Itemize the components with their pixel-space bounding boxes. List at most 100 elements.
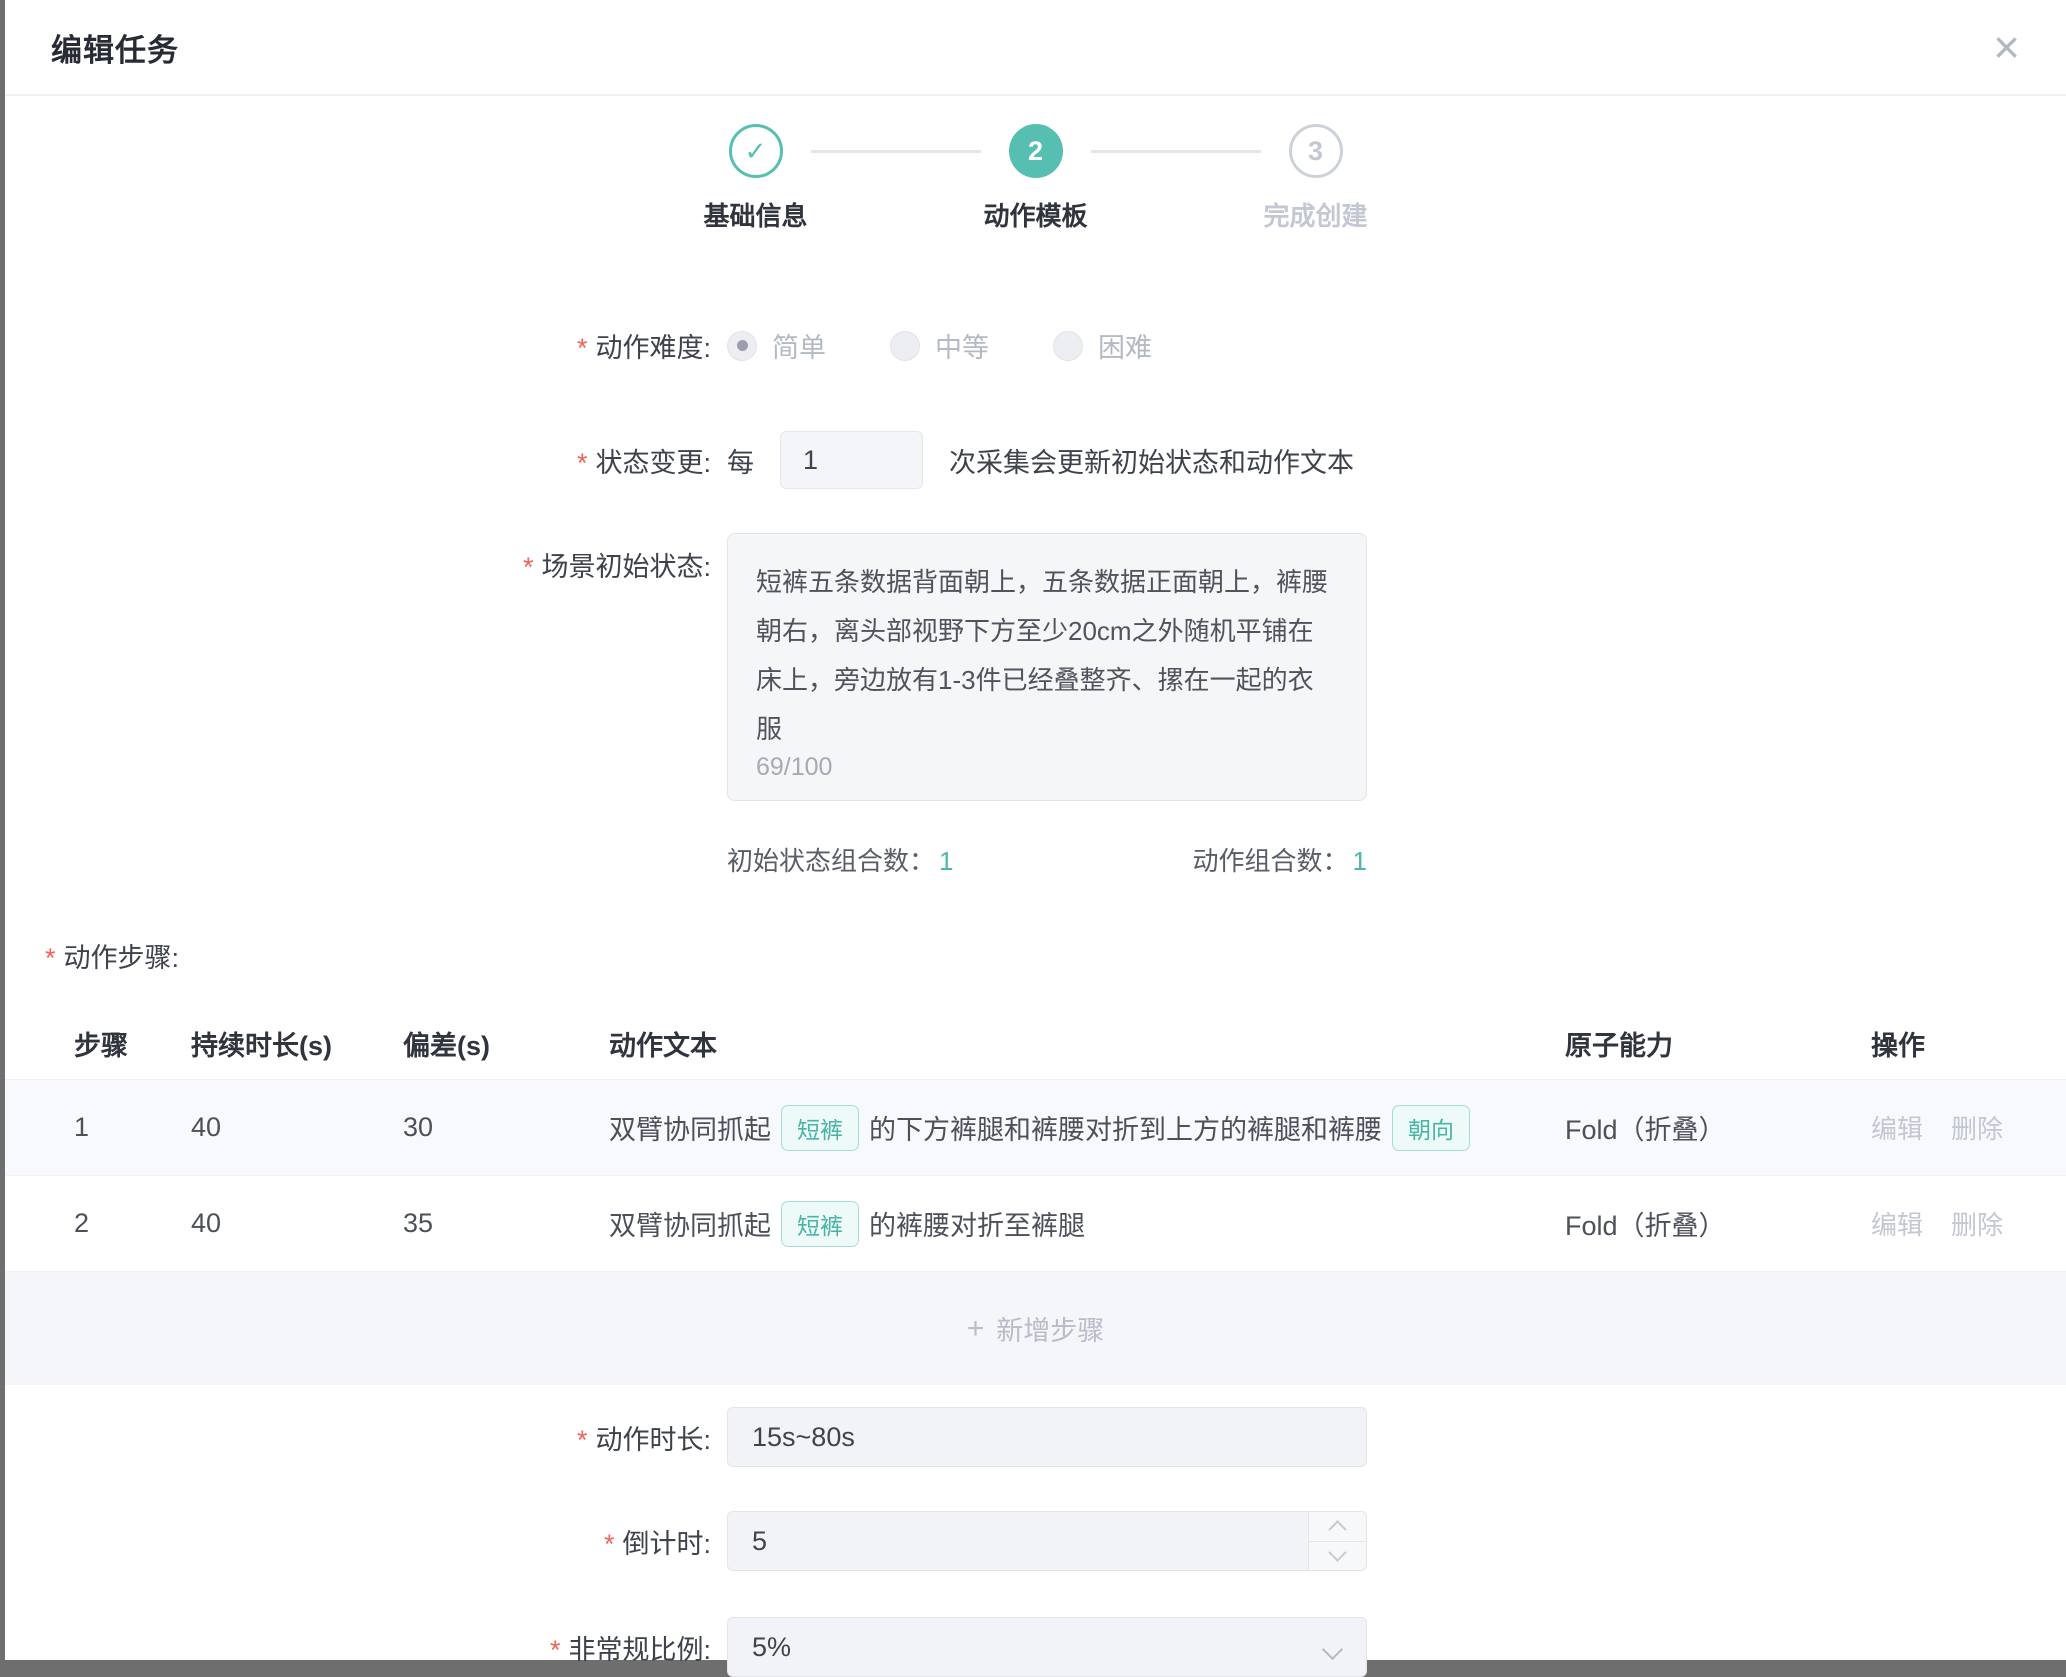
step-label: 动作模板 [983,196,1087,233]
countdown-row: *倒计时: 5 [5,1511,2066,1571]
radio-label: 简单 [772,326,826,365]
chevron-up-icon [1328,1520,1346,1538]
cell-action-text: 双臂协同抓起 短裤 的下方裤腿和裤腰对折到上方的裤腿和裤腰 朝向 [609,1105,1565,1151]
number-stepper [1308,1512,1366,1570]
required-marker: * [577,1425,588,1455]
cell-operations: 编辑 删除 [1871,1109,2066,1146]
required-marker: * [45,943,56,973]
state-change-suffix: 次采集会更新初始状态和动作文本 [949,441,1354,480]
plus-icon: + [967,1312,985,1346]
table-row: 1 40 30 双臂协同抓起 短裤 的下方裤腿和裤腰对折到上方的裤腿和裤腰 朝向… [5,1080,2066,1176]
required-marker: * [550,1635,561,1665]
cell-action-text: 双臂协同抓起 短裤 的裤腰对折至裤腿 [609,1201,1565,1247]
stepper-connector [811,150,981,153]
unusual-ratio-select[interactable]: 5% [727,1617,1367,1677]
cell-atomic-ability: Fold（折叠） [1565,1204,1871,1243]
add-step-label: 新增步骤 [996,1309,1104,1348]
step-label: 基础信息 [703,196,807,233]
edit-task-dialog: 编辑任务 × ✓ 基础信息 2 动作模板 3 完成创建 *动作难度: 简单 中等 [5,0,2066,1660]
orientation-tag: 朝向 [1392,1105,1470,1151]
difficulty-row: *动作难度: 简单 中等 困难 [5,326,2066,365]
radio-label: 中等 [935,326,989,365]
cell-atomic-ability: Fold（折叠） [1565,1108,1871,1147]
countdown-value: 5 [752,1526,767,1557]
col-header-step: 步骤 [74,1024,191,1063]
stepper-increase-button[interactable] [1309,1512,1366,1542]
stepper: ✓ 基础信息 2 动作模板 3 完成创建 [5,124,2066,233]
check-icon: ✓ [729,124,783,178]
required-marker: * [604,1529,615,1559]
col-header-action-text: 动作文本 [609,1024,1565,1063]
cell-deviation: 30 [403,1112,609,1143]
radio-unchecked-icon [1053,331,1083,361]
action-duration-input[interactable]: 15s~80s [727,1407,1367,1467]
action-text-segment: 的裤腰对折至裤腿 [869,1204,1085,1243]
dialog-header: 编辑任务 × [5,0,2066,96]
action-text-segment: 双臂协同抓起 [609,1108,771,1147]
countdown-label: *倒计时: [5,1522,711,1561]
state-change-prefix: 每 [727,441,754,480]
radio-easy[interactable]: 简单 [727,326,826,365]
required-marker: * [577,333,588,363]
table-row: 2 40 35 双臂协同抓起 短裤 的裤腰对折至裤腿 Fold（折叠） 编辑 删… [5,1176,2066,1272]
radio-medium[interactable]: 中等 [890,326,989,365]
action-combo-value: 1 [1353,846,1367,876]
char-counter: 69/100 [756,753,832,782]
col-header-atomic-ability: 原子能力 [1565,1024,1871,1063]
state-change-label: *状态变更: [5,441,711,480]
action-steps-table: 步骤 持续时长(s) 偏差(s) 动作文本 原子能力 操作 1 40 30 双臂… [5,1007,2066,1385]
radio-unchecked-icon [890,331,920,361]
chevron-down-icon [1328,1544,1346,1562]
initial-state-combo-count: 初始状态组合数：1 [727,841,953,878]
cell-duration: 40 [191,1112,403,1143]
table-header-row: 步骤 持续时长(s) 偏差(s) 动作文本 原子能力 操作 [5,1007,2066,1080]
required-marker: * [523,552,534,582]
action-duration-row: *动作时长: 15s~80s [5,1407,2066,1467]
radio-checked-icon [727,331,757,361]
stepper-step-basic-info[interactable]: ✓ 基础信息 [701,124,811,233]
radio-label: 困难 [1098,326,1152,365]
difficulty-label: *动作难度: [5,326,711,365]
action-text-segment: 的下方裤腿和裤腰对折到上方的裤腿和裤腰 [869,1108,1382,1147]
unusual-ratio-value: 5% [752,1632,791,1663]
action-combo-count: 动作组合数：1 [1193,841,1367,878]
stepper-step-action-template[interactable]: 2 动作模板 [981,124,1091,233]
close-icon[interactable]: × [1993,24,2020,70]
add-step-button[interactable]: + 新增步骤 [5,1272,2066,1385]
action-text-segment: 双臂协同抓起 [609,1204,771,1243]
initial-state-textarea[interactable]: 短裤五条数据背面朝上，五条数据正面朝上，裤腰朝右，离头部视野下方至少20cm之外… [727,533,1367,801]
action-duration-label: *动作时长: [5,1418,711,1457]
col-header-duration: 持续时长(s) [191,1024,403,1063]
cell-step: 1 [74,1112,191,1143]
page-title: 编辑任务 [51,25,179,70]
edit-link[interactable]: 编辑 [1871,1205,1923,1242]
edit-link[interactable]: 编辑 [1871,1109,1923,1146]
difficulty-radio-group: 简单 中等 困难 [727,326,1152,365]
combos-row: 初始状态组合数：1 动作组合数：1 [5,841,2066,878]
step-label: 完成创建 [1263,196,1367,233]
stepper-connector [1091,150,1261,153]
radio-hard[interactable]: 困难 [1053,326,1152,365]
select-chevron-down-icon [1322,1639,1343,1660]
delete-link[interactable]: 删除 [1951,1109,2003,1146]
delete-link[interactable]: 删除 [1951,1205,2003,1242]
state-change-control: 每 1 次采集会更新初始状态和动作文本 [727,431,1354,489]
stepper-decrease-button[interactable] [1309,1542,1366,1571]
initial-state-row: *场景初始状态: 短裤五条数据背面朝上，五条数据正面朝上，裤腰朝右，离头部视野下… [5,533,2066,801]
cell-operations: 编辑 删除 [1871,1205,2066,1242]
object-tag: 短裤 [781,1201,859,1247]
step-number: 2 [1009,124,1063,178]
required-marker: * [577,448,588,478]
col-header-deviation: 偏差(s) [403,1024,609,1063]
countdown-input[interactable]: 5 [727,1511,1367,1571]
cell-step: 2 [74,1208,191,1239]
initial-state-text: 短裤五条数据背面朝上，五条数据正面朝上，裤腰朝右，离头部视野下方至少20cm之外… [756,558,1338,754]
stepper-step-finish-create[interactable]: 3 完成创建 [1261,124,1371,233]
initial-combo-value: 1 [939,846,953,876]
cell-deviation: 35 [403,1208,609,1239]
state-change-input[interactable]: 1 [780,431,923,489]
unusual-ratio-row: *非常规比例: 5% [5,1617,2066,1677]
cell-duration: 40 [191,1208,403,1239]
step-number: 3 [1289,124,1343,178]
state-change-row: *状态变更: 每 1 次采集会更新初始状态和动作文本 [5,431,2066,489]
